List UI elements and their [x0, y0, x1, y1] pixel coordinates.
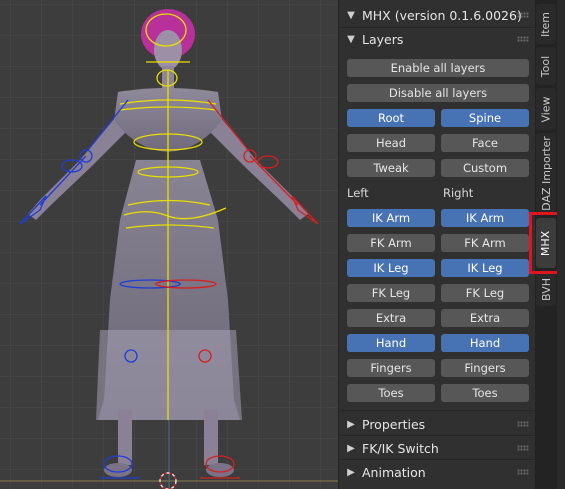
animation-panel-header[interactable]: ▶ Animation — [339, 460, 535, 484]
panel-title: Animation — [362, 464, 426, 480]
tab-label: DAZ Importer — [539, 135, 553, 211]
layer-toggle-left[interactable]: Root — [347, 109, 435, 127]
drag-grip-icon[interactable] — [517, 445, 529, 451]
left-layer-toggle[interactable]: Hand — [347, 334, 435, 352]
tab-label: View — [539, 95, 553, 123]
chevron-down-icon: ▼ — [347, 33, 355, 45]
chevron-right-icon: ▶ — [347, 442, 355, 454]
tab-item[interactable]: Item — [536, 4, 556, 44]
blender-window: ▼ MHX (version 0.1.6.0026) ▼ Layers Enab… — [0, 0, 565, 489]
window-edge — [557, 0, 565, 489]
right-layer-toggle[interactable]: Toes — [441, 384, 529, 402]
right-layer-toggle[interactable]: Fingers — [441, 359, 529, 377]
tab-label: Tool — [539, 55, 553, 77]
tab-view[interactable]: View — [536, 88, 556, 130]
panel-title: FK/IK Switch — [362, 440, 439, 456]
right-layer-toggle[interactable]: FK Leg — [441, 284, 529, 302]
left-heading: Left — [347, 186, 369, 200]
drag-grip-icon[interactable] — [517, 469, 529, 475]
mhx-panel-header[interactable]: ▼ MHX (version 0.1.6.0026) — [339, 3, 535, 27]
left-layer-toggle[interactable]: IK Arm — [347, 209, 435, 227]
divider — [339, 410, 535, 411]
left-layer-toggle[interactable]: FK Arm — [347, 234, 435, 252]
chevron-down-icon: ▼ — [347, 9, 355, 21]
layer-toggle-left[interactable]: Tweak — [347, 159, 435, 177]
left-layer-toggle[interactable]: Extra — [347, 309, 435, 327]
tab-label: BVH — [539, 277, 553, 301]
highlight-box — [529, 212, 560, 274]
chevron-right-icon: ▶ — [347, 466, 355, 478]
right-heading: Right — [443, 186, 474, 200]
drag-grip-icon[interactable] — [517, 12, 529, 18]
drag-grip-icon[interactable] — [517, 36, 529, 42]
sidebar-panel: ▼ MHX (version 0.1.6.0026) ▼ Layers Enab… — [338, 0, 535, 489]
layers-panel-header[interactable]: ▼ Layers — [339, 27, 535, 51]
tab-tool[interactable]: Tool — [536, 47, 556, 85]
disable-all-layers-button[interactable]: Disable all layers — [347, 84, 529, 102]
viewport-scene — [0, 0, 338, 489]
layer-toggle-right[interactable]: Custom — [441, 159, 529, 177]
drag-grip-icon[interactable] — [517, 421, 529, 427]
panel-title: Properties — [362, 416, 426, 432]
tab-daz-importer[interactable]: DAZ Importer — [536, 133, 556, 213]
enable-all-layers-button[interactable]: Enable all layers — [347, 59, 529, 77]
layer-toggle-right[interactable]: Face — [441, 134, 529, 152]
tab-label: Item — [539, 11, 553, 37]
layer-toggle-left[interactable]: Head — [347, 134, 435, 152]
layer-toggle-right[interactable]: Spine — [441, 109, 529, 127]
right-layer-toggle[interactable]: FK Arm — [441, 234, 529, 252]
left-layer-toggle[interactable]: Toes — [347, 384, 435, 402]
chevron-right-icon: ▶ — [347, 418, 355, 430]
mhx-panel-title: MHX (version 0.1.6.0026) — [362, 7, 522, 23]
3d-viewport[interactable] — [0, 0, 338, 489]
left-layer-toggle[interactable]: Fingers — [347, 359, 435, 377]
right-layer-toggle[interactable]: Hand — [441, 334, 529, 352]
left-layer-toggle[interactable]: FK Leg — [347, 284, 435, 302]
layers-panel-title: Layers — [362, 31, 404, 47]
properties-panel-header[interactable]: ▶ Properties — [339, 412, 535, 436]
right-layer-toggle[interactable]: Extra — [441, 309, 529, 327]
fk-ik-switch-panel-header[interactable]: ▶ FK/IK Switch — [339, 436, 535, 460]
right-layer-toggle[interactable]: IK Arm — [441, 209, 529, 227]
left-layer-toggle[interactable]: IK Leg — [347, 259, 435, 277]
right-layer-toggle[interactable]: IK Leg — [441, 259, 529, 277]
tab-bvh[interactable]: BVH — [536, 272, 556, 306]
